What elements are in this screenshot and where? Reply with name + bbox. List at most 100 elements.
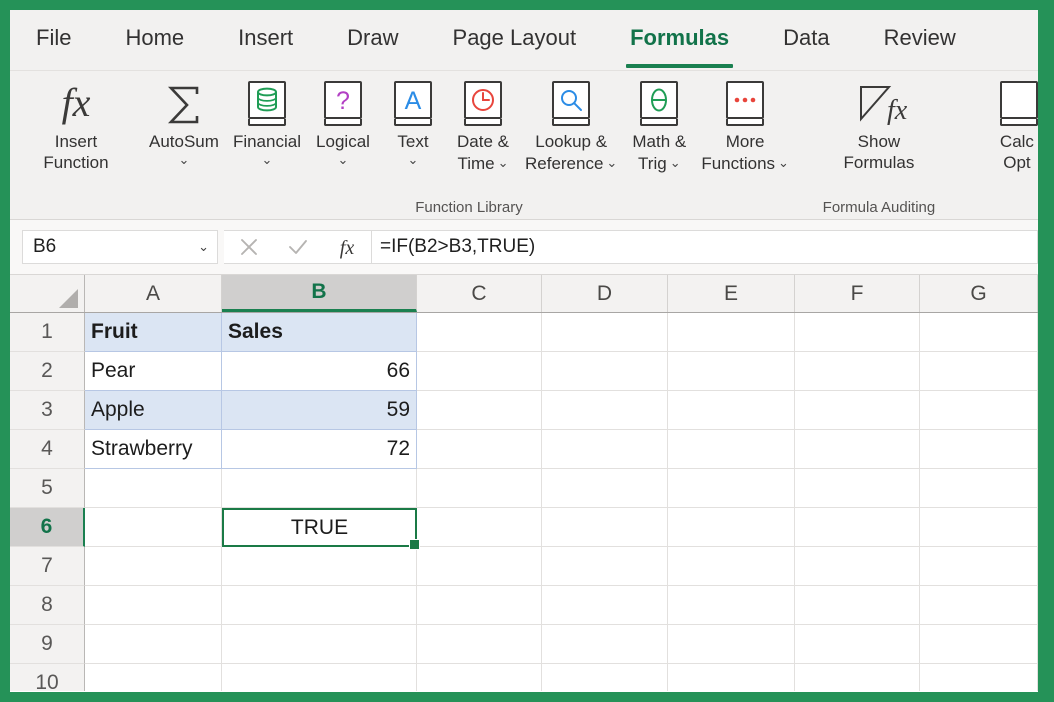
cell-g1[interactable] [920, 313, 1038, 352]
more-functions-button[interactable]: More Functions⌄ [694, 79, 796, 174]
tab-insert[interactable]: Insert [238, 25, 293, 55]
row-header-7[interactable]: 7 [10, 547, 85, 586]
cell-a6[interactable] [85, 508, 222, 547]
cell-d7[interactable] [542, 547, 668, 586]
fill-handle[interactable] [409, 539, 420, 550]
cell-b1[interactable]: Sales [222, 313, 417, 352]
cell-f10[interactable] [795, 664, 920, 691]
cell-e8[interactable] [668, 586, 795, 625]
tab-home[interactable]: Home [125, 25, 184, 55]
cell-b8[interactable] [222, 586, 417, 625]
cell-f4[interactable] [795, 430, 920, 469]
row-header-1[interactable]: 1 [10, 313, 85, 352]
cell-f3[interactable] [795, 391, 920, 430]
cell-d8[interactable] [542, 586, 668, 625]
cell-c5[interactable] [417, 469, 542, 508]
row-header-3[interactable]: 3 [10, 391, 85, 430]
cell-b5[interactable] [222, 469, 417, 508]
column-header-f[interactable]: F [795, 275, 920, 312]
cell-d6[interactable] [542, 508, 668, 547]
lookup-reference-chevron-down-icon[interactable]: ⌄ [606, 152, 617, 173]
column-header-a[interactable]: A [85, 275, 222, 312]
show-formulas-button[interactable]: fx Show Formulas [796, 79, 962, 173]
cell-g9[interactable] [920, 625, 1038, 664]
cell-f6[interactable] [795, 508, 920, 547]
cell-d2[interactable] [542, 352, 668, 391]
cell-e1[interactable] [668, 313, 795, 352]
row-header-9[interactable]: 9 [10, 625, 85, 664]
cell-f9[interactable] [795, 625, 920, 664]
row-header-8[interactable]: 8 [10, 586, 85, 625]
text-chevron-down-icon[interactable]: ⌄ [408, 152, 419, 168]
cell-a7[interactable] [85, 547, 222, 586]
cell-e5[interactable] [668, 469, 795, 508]
cell-e10[interactable] [668, 664, 795, 691]
cell-a8[interactable] [85, 586, 222, 625]
cell-a4[interactable]: Strawberry [85, 430, 222, 469]
cell-g3[interactable] [920, 391, 1038, 430]
cell-d5[interactable] [542, 469, 668, 508]
formula-input[interactable]: =IF(B2>B3,TRUE) [372, 230, 1038, 264]
select-all-corner[interactable] [10, 275, 85, 312]
cell-c9[interactable] [417, 625, 542, 664]
cell-c6[interactable] [417, 508, 542, 547]
cell-g5[interactable] [920, 469, 1038, 508]
cell-c8[interactable] [417, 586, 542, 625]
cell-b4[interactable]: 72 [222, 430, 417, 469]
cell-g4[interactable] [920, 430, 1038, 469]
row-header-2[interactable]: 2 [10, 352, 85, 391]
cell-d10[interactable] [542, 664, 668, 691]
cell-g2[interactable] [920, 352, 1038, 391]
cell-c4[interactable] [417, 430, 542, 469]
cell-f7[interactable] [795, 547, 920, 586]
tab-review[interactable]: Review [884, 25, 956, 55]
cell-c7[interactable] [417, 547, 542, 586]
cell-e2[interactable] [668, 352, 795, 391]
cell-e9[interactable] [668, 625, 795, 664]
cell-a9[interactable] [85, 625, 222, 664]
cell-d1[interactable] [542, 313, 668, 352]
name-box[interactable]: B6 ⌄ [22, 230, 218, 264]
cell-e7[interactable] [668, 547, 795, 586]
cell-a1[interactable]: Fruit [85, 313, 222, 352]
date-time-chevron-down-icon[interactable]: ⌄ [498, 152, 509, 173]
cell-g6[interactable] [920, 508, 1038, 547]
cell-d4[interactable] [542, 430, 668, 469]
cell-a2[interactable]: Pear [85, 352, 222, 391]
cell-e4[interactable] [668, 430, 795, 469]
insert-function-icon[interactable]: fx [330, 232, 364, 262]
cell-f1[interactable] [795, 313, 920, 352]
calculation-options-button[interactable]: Calc Opt [962, 79, 1038, 173]
cell-b3[interactable]: 59 [222, 391, 417, 430]
column-header-b[interactable]: B [222, 275, 417, 312]
tab-formulas[interactable]: Formulas [630, 25, 729, 55]
column-header-g[interactable]: G [920, 275, 1038, 312]
cell-d3[interactable] [542, 391, 668, 430]
cell-a5[interactable] [85, 469, 222, 508]
autosum-button[interactable]: AutoSum ⌄ [142, 79, 226, 168]
cell-c3[interactable] [417, 391, 542, 430]
cell-b10[interactable] [222, 664, 417, 691]
cell-f5[interactable] [795, 469, 920, 508]
cell-a3[interactable]: Apple [85, 391, 222, 430]
cell-g10[interactable] [920, 664, 1038, 691]
confirm-check-icon[interactable] [281, 232, 315, 262]
financial-button[interactable]: Financial ⌄ [226, 79, 308, 168]
date-time-button[interactable]: Date & Time⌄ [448, 79, 518, 174]
cell-e6[interactable] [668, 508, 795, 547]
cell-b9[interactable] [222, 625, 417, 664]
more-functions-chevron-down-icon[interactable]: ⌄ [778, 152, 789, 173]
cell-c1[interactable] [417, 313, 542, 352]
cell-g8[interactable] [920, 586, 1038, 625]
logical-button[interactable]: ? Logical ⌄ [308, 79, 378, 168]
cell-a10[interactable] [85, 664, 222, 691]
cell-b6[interactable]: TRUE [222, 508, 417, 547]
row-header-10[interactable]: 10 [10, 664, 85, 691]
column-header-e[interactable]: E [668, 275, 795, 312]
math-trig-chevron-down-icon[interactable]: ⌄ [670, 152, 681, 173]
cell-f2[interactable] [795, 352, 920, 391]
logical-chevron-down-icon[interactable]: ⌄ [338, 152, 349, 168]
cell-g7[interactable] [920, 547, 1038, 586]
column-header-c[interactable]: C [417, 275, 542, 312]
cell-c10[interactable] [417, 664, 542, 691]
